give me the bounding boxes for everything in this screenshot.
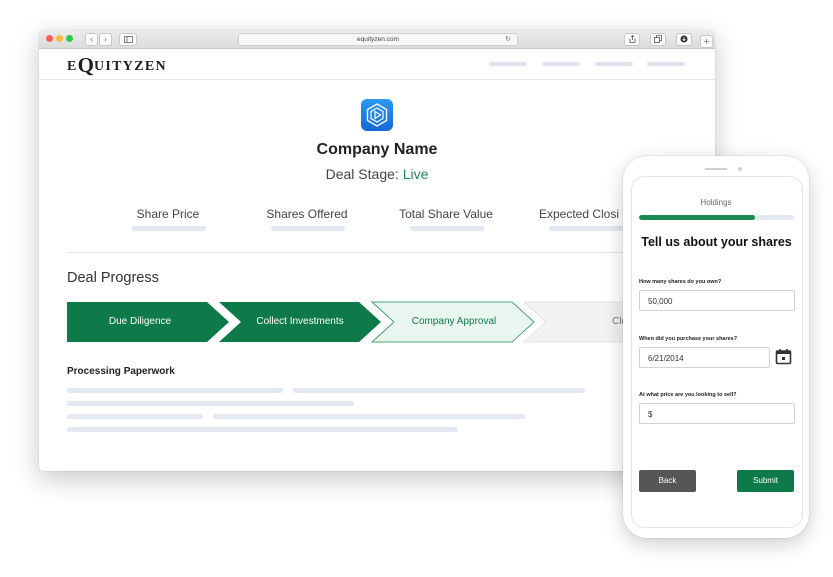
deal-stage-label: Deal Stage: (325, 166, 399, 182)
share-icon (629, 34, 635, 43)
deal-stage-value: Live (402, 166, 429, 182)
logo-text-suffix: UITYZEN (93, 59, 167, 74)
deal-stage: Deal Stage: Live (39, 166, 715, 182)
forward-nav-button[interactable]: › (99, 33, 112, 46)
nav-link-placeholder[interactable] (489, 62, 527, 66)
logo-text-q: Q (77, 53, 94, 77)
company-name: Company Name (316, 141, 438, 158)
browser-titlebar: ‹ › equityzen.com ↻ + (39, 30, 715, 49)
phone-camera (738, 167, 742, 171)
sell-price-input[interactable]: $ (639, 403, 795, 424)
phone-speaker (705, 168, 727, 170)
stat-share-price: Share Price (136, 207, 200, 221)
stat-shares-offered: Shares Offered (266, 207, 348, 221)
sidebar-toggle-button[interactable] (119, 33, 137, 46)
reload-icon[interactable]: ↻ (505, 34, 511, 45)
browser-window: ‹ › equityzen.com ↻ + EQUITYZEN Company … (39, 30, 715, 471)
shares-owned-input[interactable]: 50,000 (639, 290, 795, 311)
back-nav-button[interactable]: ‹ (85, 33, 98, 46)
download-icon (680, 35, 688, 43)
text-placeholder-line (67, 388, 283, 393)
phone-mockup: Holdings Tell us about your shares How m… (623, 156, 809, 538)
maximize-window-button[interactable] (66, 35, 73, 42)
form-section-title: Holdings (700, 198, 732, 207)
step-due-diligence: Due Diligence (108, 316, 172, 327)
step-company-approval: Company Approval (411, 316, 497, 327)
processing-paperwork-title: Processing Paperwork (67, 366, 175, 377)
text-placeholder-line (67, 414, 203, 419)
equityzen-logo[interactable]: EQUITYZEN (67, 53, 167, 78)
stat-value-placeholder (549, 226, 623, 231)
nav-link-placeholder[interactable] (647, 62, 685, 66)
new-tab-button[interactable]: + (700, 35, 713, 48)
form-progress-bar (639, 215, 794, 220)
stat-total-share-value: Total Share Value (399, 207, 493, 221)
stat-value-placeholder (132, 226, 206, 231)
company-logo-icon (361, 99, 393, 131)
tabs-button[interactable] (650, 33, 666, 46)
text-placeholder-line (213, 414, 525, 419)
share-button[interactable] (624, 33, 640, 46)
stat-value-placeholder (410, 226, 484, 231)
back-button[interactable]: Back (639, 470, 696, 492)
stat-value-placeholder (271, 226, 345, 231)
calendar-icon[interactable] (775, 348, 792, 365)
tabs-icon (654, 35, 662, 43)
text-placeholder-line (67, 401, 354, 406)
minimize-window-button[interactable] (56, 35, 63, 42)
purchase-date-input[interactable]: 6/21/2014 (639, 347, 770, 368)
shares-owned-label: How many shares do you own? (639, 279, 722, 285)
address-bar[interactable]: equityzen.com ↻ (238, 33, 518, 46)
sidebar-icon (123, 36, 133, 43)
close-window-button[interactable] (46, 35, 53, 42)
form-heading: Tell us about your shares (641, 235, 792, 249)
download-button[interactable] (676, 33, 692, 46)
nav-link-placeholder[interactable] (595, 62, 633, 66)
nav-link-placeholder[interactable] (542, 62, 580, 66)
submit-button[interactable]: Submit (737, 470, 794, 492)
section-divider (67, 252, 687, 253)
site-navbar: EQUITYZEN (39, 49, 715, 80)
step-collect-investments: Collect Investments (256, 316, 344, 327)
sell-price-label: At what price are you looking to sell? (639, 392, 737, 398)
form-progress-fill (639, 215, 756, 220)
text-placeholder-line (293, 388, 585, 393)
logo-text-prefix: E (67, 59, 78, 74)
address-url: equityzen.com (357, 36, 399, 43)
text-placeholder-line (67, 427, 458, 432)
purchase-date-label: When did you purchase your shares? (639, 336, 738, 342)
deal-progress-title: Deal Progress (67, 270, 159, 286)
